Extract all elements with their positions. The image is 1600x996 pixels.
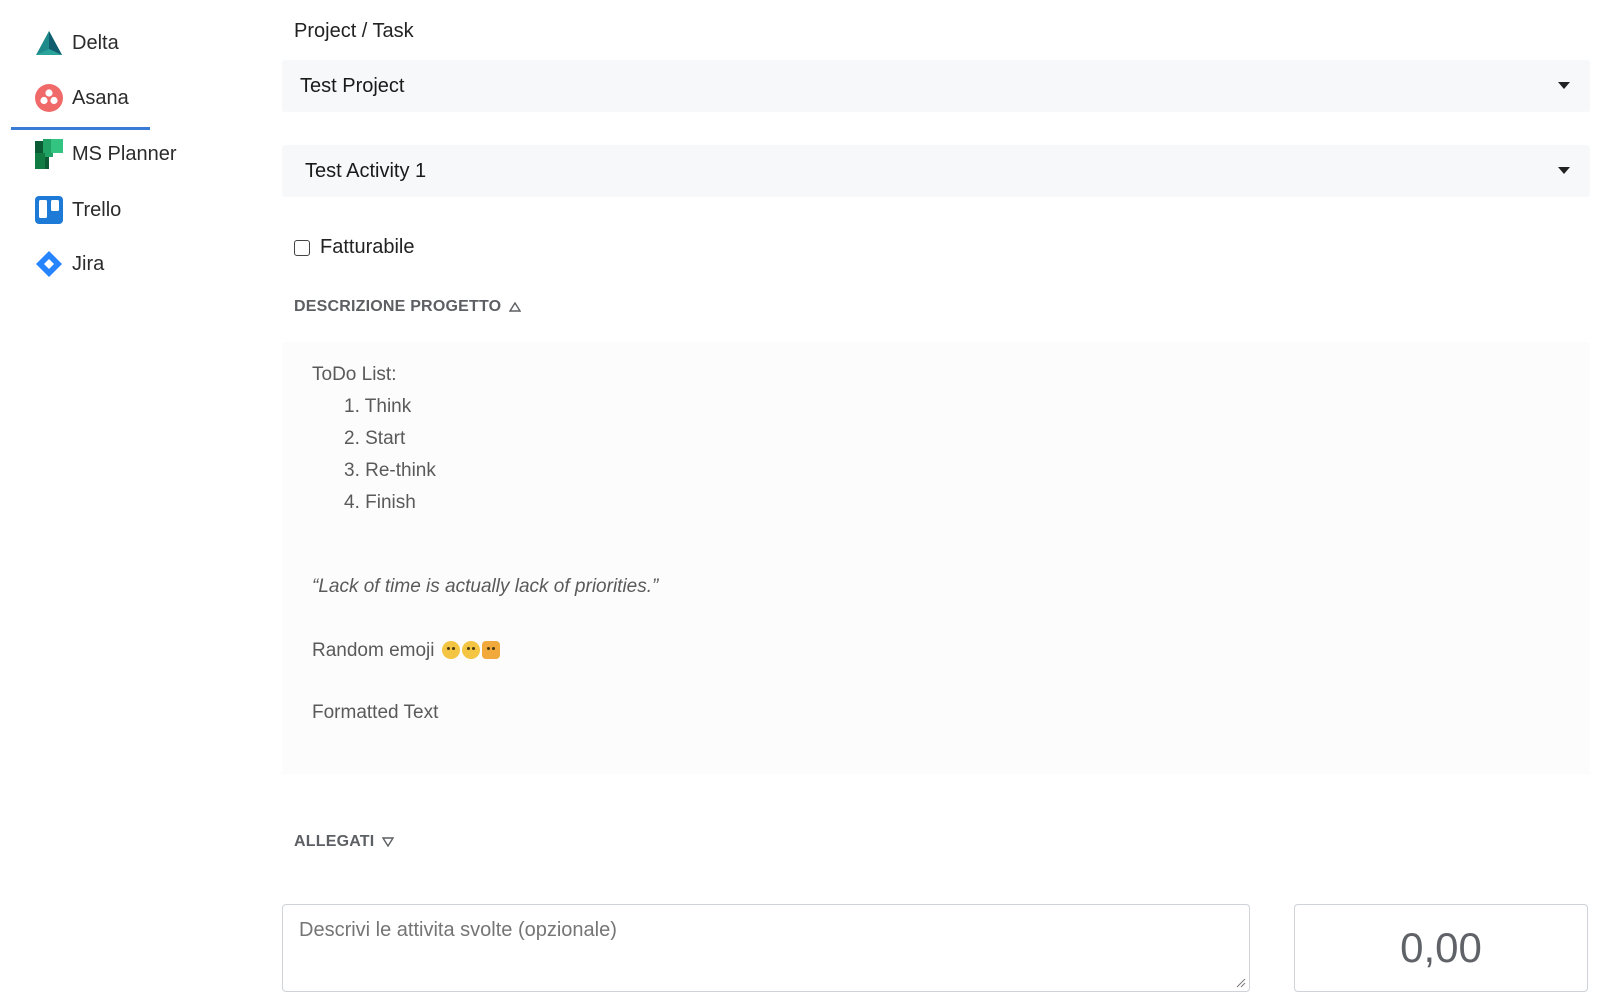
sidebar-item-label: MS Planner bbox=[72, 142, 177, 165]
sidebar-item-delta[interactable]: Delta bbox=[34, 23, 119, 63]
sidebar-item-label: Jira bbox=[72, 252, 105, 275]
caret-down-icon bbox=[1558, 167, 1570, 174]
resize-handle-icon[interactable] bbox=[1236, 978, 1246, 988]
hours-input[interactable]: 0,00 bbox=[1294, 904, 1588, 992]
sidebar-item-asana[interactable]: Asana bbox=[34, 78, 129, 118]
project-select-value: Test Project bbox=[300, 74, 405, 97]
delta-icon bbox=[34, 28, 64, 58]
caret-down-icon bbox=[1558, 82, 1570, 89]
todo-item: 4. Finish bbox=[344, 492, 416, 513]
attachments-header: ALLEGATI bbox=[294, 833, 375, 850]
ms-planner-icon bbox=[34, 139, 64, 169]
upside-down-emoji-icon bbox=[461, 641, 480, 659]
sidebar: Delta Asana MS Planner Trello Jira bbox=[0, 0, 260, 996]
project-task-label: Project / Task bbox=[294, 20, 414, 42]
project-select[interactable]: Test Project bbox=[282, 60, 1590, 112]
description-content: ToDo List: 1. Think 2. Start 3. Re-think… bbox=[282, 342, 1590, 774]
grin-emoji-icon bbox=[441, 641, 460, 659]
emoji-line: Random emoji bbox=[312, 640, 500, 662]
trello-icon bbox=[34, 195, 64, 225]
activity-select[interactable]: Test Activity 1 bbox=[282, 145, 1590, 197]
todo-title: ToDo List: bbox=[312, 364, 397, 385]
todo-item: 1. Think bbox=[344, 396, 412, 417]
quote-text: “Lack of time is actually lack of priori… bbox=[312, 576, 659, 597]
jira-icon bbox=[34, 249, 64, 279]
description-header: DESCRIZIONE PROGETTO bbox=[294, 298, 502, 315]
chevron-up-icon bbox=[509, 302, 522, 312]
billable-checkbox[interactable] bbox=[294, 239, 310, 256]
formatted-text: Formatted Text bbox=[312, 702, 439, 723]
sidebar-item-ms-planner[interactable]: MS Planner bbox=[34, 134, 177, 174]
billable-row: Fatturabile bbox=[294, 236, 415, 259]
description-header-toggle[interactable]: DESCRIZIONE PROGETTO bbox=[294, 298, 522, 316]
sidebar-item-trello[interactable]: Trello bbox=[34, 190, 121, 230]
billable-label[interactable]: Fatturabile bbox=[320, 236, 415, 259]
weary-cat-emoji-icon bbox=[481, 641, 500, 659]
sidebar-item-label: Delta bbox=[72, 31, 119, 54]
sidebar-item-label: Trello bbox=[72, 198, 122, 221]
activity-notes-input[interactable] bbox=[282, 904, 1250, 992]
active-tab-indicator bbox=[11, 127, 150, 130]
attachments-header-toggle[interactable]: ALLEGATI bbox=[294, 833, 395, 851]
todo-item: 2. Start bbox=[344, 428, 406, 449]
asana-icon bbox=[34, 83, 64, 113]
emoji-line-text: Random emoji bbox=[312, 640, 435, 661]
activity-select-value: Test Activity 1 bbox=[305, 159, 427, 182]
sidebar-item-label: Asana bbox=[72, 86, 129, 109]
todo-item: 3. Re-think bbox=[344, 460, 436, 481]
sidebar-item-jira[interactable]: Jira bbox=[34, 244, 104, 284]
chevron-down-icon bbox=[382, 837, 395, 847]
